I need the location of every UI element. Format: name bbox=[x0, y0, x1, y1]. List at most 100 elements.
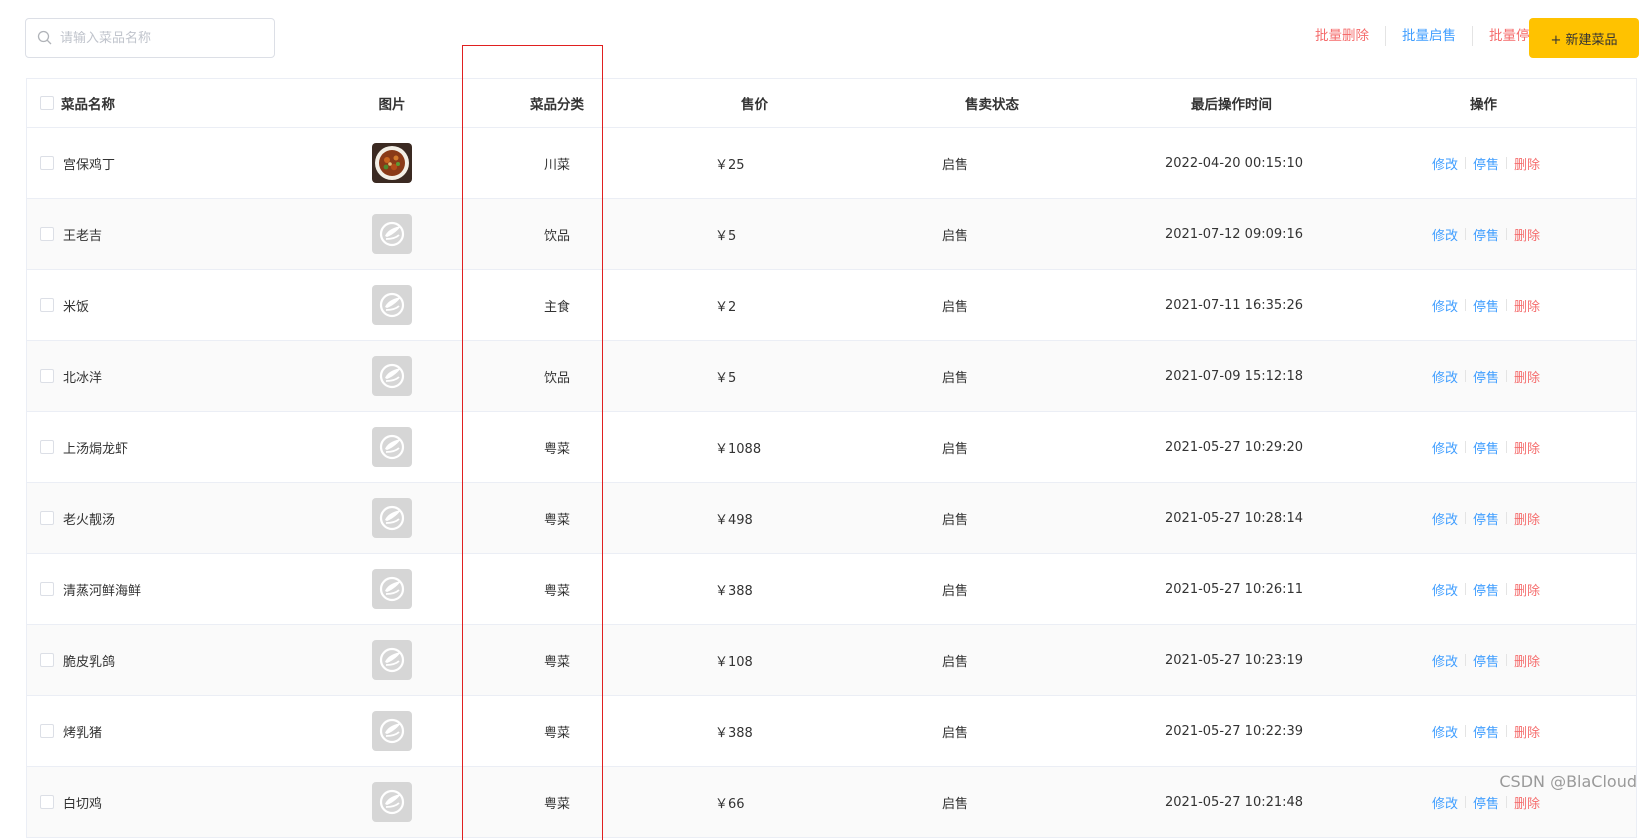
dish-updated-time: 2021-07-12 09:09:16 bbox=[1165, 226, 1304, 242]
table-row: 宫保鸡丁 川菜 ￥25 启售 2022-04-20 00:15:10 修改 停售 删除 bbox=[27, 128, 1636, 199]
row-actions: 修改 停售 删除 bbox=[1432, 483, 1562, 553]
disable-button[interactable]: 停售 bbox=[1473, 367, 1499, 386]
batch-delete-button[interactable]: 批量删除 bbox=[1299, 27, 1385, 45]
table-row: 米饭 主食 ￥2 启售 2021-07-11 16:35:26 修改 停售 删除 bbox=[27, 270, 1636, 341]
delete-button[interactable]: 删除 bbox=[1514, 296, 1540, 315]
divider bbox=[1506, 725, 1508, 737]
disable-button[interactable]: 停售 bbox=[1473, 509, 1499, 528]
divider bbox=[1506, 299, 1508, 311]
dish-category: 粤菜 bbox=[543, 512, 570, 528]
row-checkbox[interactable] bbox=[40, 625, 54, 695]
divider bbox=[1465, 299, 1467, 311]
placeholder-logo-icon bbox=[372, 498, 412, 538]
edit-button[interactable]: 修改 bbox=[1432, 580, 1458, 599]
dish-image bbox=[347, 767, 437, 837]
placeholder-logo-icon bbox=[372, 285, 412, 325]
row-checkbox[interactable] bbox=[40, 767, 54, 837]
disable-button[interactable]: 停售 bbox=[1473, 154, 1499, 173]
table-row: 上汤焗龙虾 粤菜 ￥1088 启售 2021-05-27 10:29:20 修改 停售 删除 bbox=[27, 412, 1636, 483]
divider bbox=[1465, 654, 1467, 666]
dish-name: 上汤焗龙虾 bbox=[63, 441, 129, 457]
delete-button[interactable]: 删除 bbox=[1514, 580, 1540, 599]
dish-updated-time: 2021-07-09 15:12:18 bbox=[1165, 368, 1304, 384]
dish-status: 启售 bbox=[942, 725, 969, 741]
row-actions: 修改 停售 删除 bbox=[1432, 341, 1562, 411]
row-checkbox[interactable] bbox=[40, 341, 54, 411]
divider bbox=[1465, 157, 1467, 169]
disable-button[interactable]: 停售 bbox=[1473, 651, 1499, 670]
table-row: 北冰洋 饮品 ￥5 启售 2021-07-09 15:12:18 修改 停售 删除 bbox=[27, 341, 1636, 412]
dish-name: 北冰洋 bbox=[63, 370, 103, 386]
dish-status: 启售 bbox=[942, 512, 969, 528]
dish-updated-time: 2021-05-27 10:23:19 bbox=[1165, 652, 1304, 668]
row-checkbox[interactable] bbox=[40, 412, 54, 482]
row-checkbox[interactable] bbox=[40, 270, 54, 340]
dish-status: 启售 bbox=[942, 441, 969, 457]
search-box[interactable] bbox=[25, 18, 275, 58]
placeholder-logo-icon bbox=[372, 782, 412, 822]
edit-button[interactable]: 修改 bbox=[1432, 722, 1458, 741]
new-dish-button[interactable]: + 新建菜品 bbox=[1529, 18, 1639, 58]
row-checkbox[interactable] bbox=[40, 696, 54, 766]
row-checkbox[interactable] bbox=[40, 199, 54, 269]
disable-button[interactable]: 停售 bbox=[1473, 438, 1499, 457]
dish-price: ￥66 bbox=[715, 796, 745, 812]
disable-button[interactable]: 停售 bbox=[1473, 793, 1499, 812]
dish-name: 脆皮乳鸽 bbox=[63, 654, 116, 670]
search-input[interactable] bbox=[60, 30, 260, 46]
header-price: 售价 bbox=[741, 97, 768, 113]
edit-button[interactable]: 修改 bbox=[1432, 225, 1458, 244]
dish-price: ￥388 bbox=[715, 583, 753, 599]
dish-image bbox=[347, 554, 437, 624]
row-actions: 修改 停售 删除 bbox=[1432, 625, 1562, 695]
placeholder-logo-icon bbox=[372, 214, 412, 254]
divider bbox=[1506, 228, 1508, 240]
edit-button[interactable]: 修改 bbox=[1432, 296, 1458, 315]
divider bbox=[1465, 725, 1467, 737]
edit-button[interactable]: 修改 bbox=[1432, 367, 1458, 386]
header-actions: 操作 bbox=[1470, 97, 1497, 113]
placeholder-logo-icon bbox=[372, 711, 412, 751]
select-all-checkbox[interactable] bbox=[40, 79, 54, 127]
delete-button[interactable]: 删除 bbox=[1514, 793, 1540, 812]
disable-button[interactable]: 停售 bbox=[1473, 225, 1499, 244]
dish-price: ￥388 bbox=[715, 725, 753, 741]
dish-updated-time: 2021-05-27 10:21:48 bbox=[1165, 794, 1304, 810]
delete-button[interactable]: 删除 bbox=[1514, 722, 1540, 741]
dish-status: 启售 bbox=[942, 228, 969, 244]
edit-button[interactable]: 修改 bbox=[1432, 651, 1458, 670]
edit-button[interactable]: 修改 bbox=[1432, 438, 1458, 457]
dish-name: 烤乳猪 bbox=[63, 725, 103, 741]
divider bbox=[1465, 370, 1467, 382]
dish-status: 启售 bbox=[942, 583, 969, 599]
row-checkbox[interactable] bbox=[40, 128, 54, 198]
divider bbox=[1506, 370, 1508, 382]
delete-button[interactable]: 删除 bbox=[1514, 154, 1540, 173]
divider bbox=[1465, 228, 1467, 240]
header-status: 售卖状态 bbox=[965, 97, 1019, 113]
dish-image bbox=[347, 625, 437, 695]
dish-name: 老火靓汤 bbox=[63, 512, 116, 528]
batch-enable-button[interactable]: 批量启售 bbox=[1386, 27, 1472, 45]
edit-button[interactable]: 修改 bbox=[1432, 509, 1458, 528]
row-checkbox[interactable] bbox=[40, 483, 54, 553]
delete-button[interactable]: 删除 bbox=[1514, 367, 1540, 386]
dish-name: 清蒸河鲜海鲜 bbox=[63, 583, 142, 599]
dish-updated-time: 2022-04-20 00:15:10 bbox=[1165, 155, 1304, 171]
disable-button[interactable]: 停售 bbox=[1473, 722, 1499, 741]
delete-button[interactable]: 删除 bbox=[1514, 651, 1540, 670]
divider bbox=[1506, 441, 1508, 453]
dish-category: 粤菜 bbox=[543, 796, 570, 812]
disable-button[interactable]: 停售 bbox=[1473, 580, 1499, 599]
dish-category: 饮品 bbox=[543, 228, 570, 244]
row-checkbox[interactable] bbox=[40, 554, 54, 624]
delete-button[interactable]: 删除 bbox=[1514, 509, 1540, 528]
dish-price: ￥5 bbox=[715, 370, 737, 386]
delete-button[interactable]: 删除 bbox=[1514, 225, 1540, 244]
divider bbox=[1465, 796, 1467, 808]
edit-button[interactable]: 修改 bbox=[1432, 793, 1458, 812]
edit-button[interactable]: 修改 bbox=[1432, 154, 1458, 173]
divider bbox=[1465, 441, 1467, 453]
disable-button[interactable]: 停售 bbox=[1473, 296, 1499, 315]
delete-button[interactable]: 删除 bbox=[1514, 438, 1540, 457]
